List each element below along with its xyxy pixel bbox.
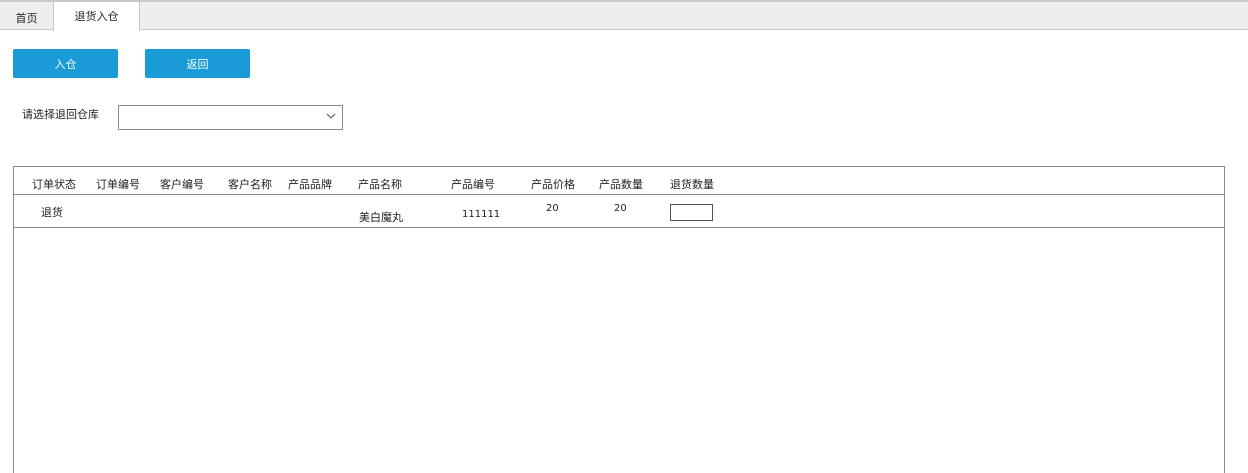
cell-product-name: 美白魔丸 — [359, 211, 403, 224]
cell-order-status: 退货 — [41, 206, 63, 219]
cell-product-no: 111111 — [462, 209, 501, 220]
cell-price: 20 — [546, 203, 559, 214]
warehouse-select-label: 请选择退回仓库 — [22, 108, 99, 121]
table-header-row: 订单状态 订单编号 客户编号 客户名称 产品品牌 产品名称 产品编号 产品价格 … — [14, 167, 1224, 195]
col-header-customer-no: 客户编号 — [160, 178, 204, 191]
warehouse-in-button[interactable]: 入仓 — [13, 49, 118, 78]
col-header-order-no: 订单编号 — [96, 178, 140, 191]
col-header-customer-name: 客户名称 — [228, 178, 272, 191]
col-header-price: 产品价格 — [531, 178, 575, 191]
tab-home[interactable]: 首页 — [0, 2, 53, 30]
col-header-product-name: 产品名称 — [358, 178, 402, 191]
col-header-order-status: 订单状态 — [32, 178, 76, 191]
table-row: 退货 美白魔丸 111111 20 20 — [14, 194, 1224, 228]
warehouse-select[interactable] — [118, 105, 343, 130]
tab-return-to-warehouse[interactable]: 退货入仓 — [53, 2, 140, 31]
col-header-product-no: 产品编号 — [451, 178, 495, 191]
back-button[interactable]: 返回 — [145, 49, 250, 78]
col-header-brand: 产品品牌 — [288, 178, 332, 191]
cell-quantity: 20 — [614, 203, 627, 214]
chevron-down-icon — [326, 113, 336, 119]
return-items-table: 订单状态 订单编号 客户编号 客户名称 产品品牌 产品名称 产品编号 产品价格 … — [13, 166, 1225, 473]
page: 首页 退货入仓 入仓 返回 请选择退回仓库 订单状态 订单编号 客户编号 客户名… — [0, 0, 1248, 473]
return-quantity-input[interactable] — [670, 204, 713, 221]
tab-bar: 首页 退货入仓 — [0, 0, 1248, 31]
col-header-quantity: 产品数量 — [599, 178, 643, 191]
col-header-return-qty: 退货数量 — [670, 178, 714, 191]
